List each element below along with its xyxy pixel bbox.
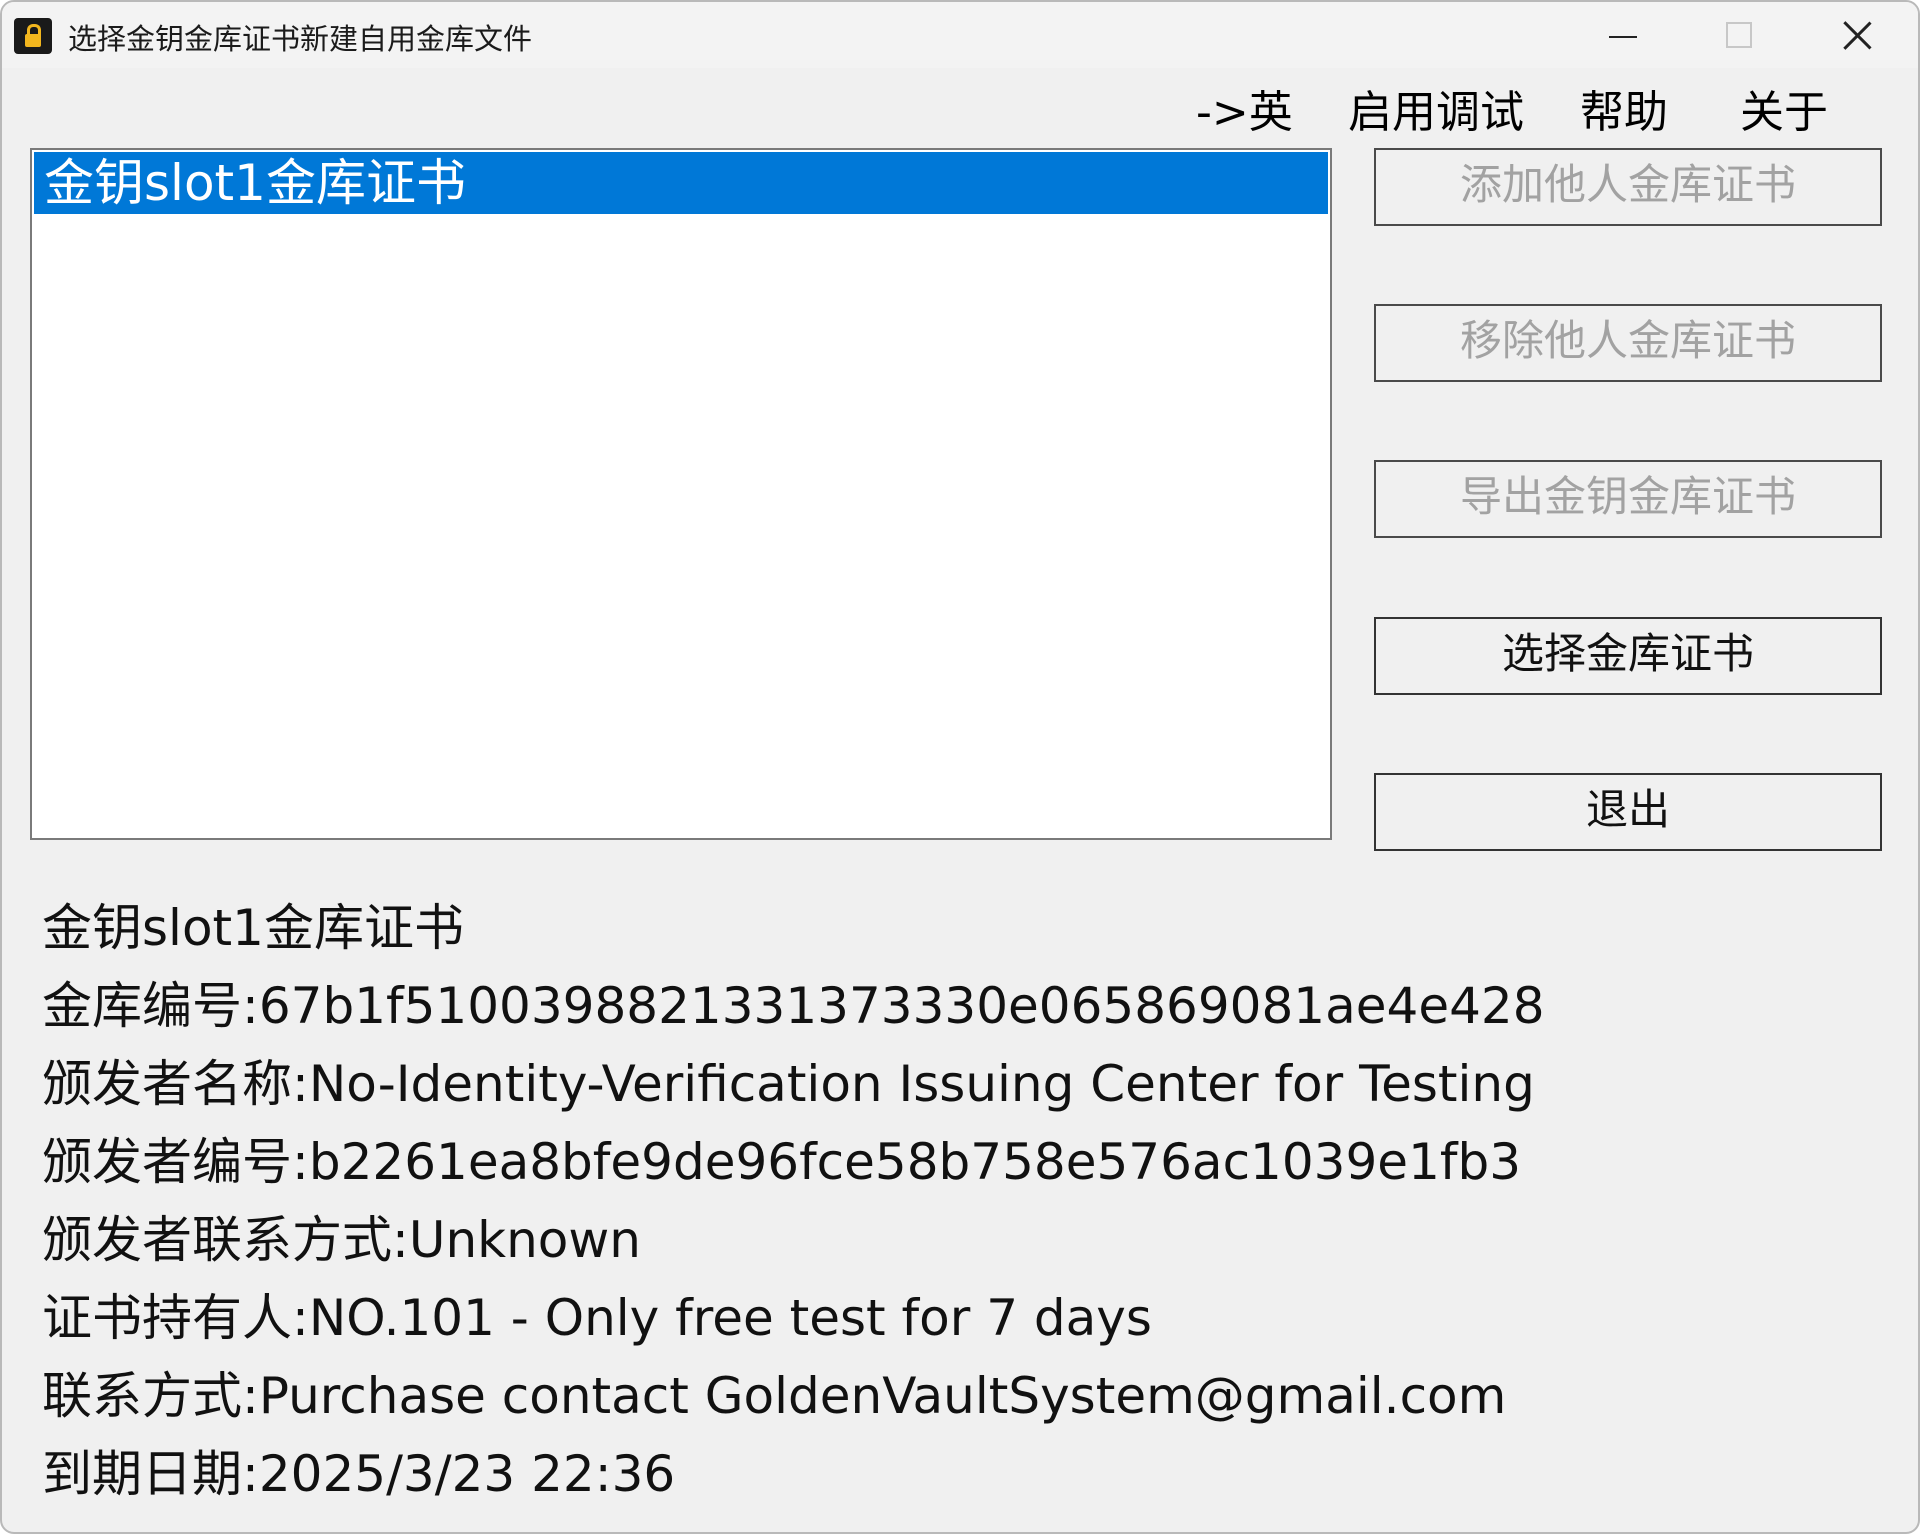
lock-icon: [14, 18, 52, 54]
detail-name: 金钥slot1金库证书: [42, 899, 464, 957]
select-certificate-button[interactable]: 选择金库证书: [1374, 617, 1882, 695]
remove-certificate-button[interactable]: 移除他人金库证书: [1374, 304, 1882, 382]
maximize-icon: [1726, 22, 1752, 48]
menu-debug[interactable]: 启用调试: [1348, 76, 1524, 140]
list-item[interactable]: 金钥slot1金库证书: [34, 152, 1328, 214]
menu-about[interactable]: 关于: [1740, 76, 1828, 140]
minimize-button[interactable]: [1568, 2, 1678, 68]
app-window: 选择金钥金库证书新建自用金库文件 ->英 启用调试 帮助 关于 金钥slot1金…: [0, 0, 1920, 1534]
menu-help[interactable]: 帮助: [1580, 76, 1668, 140]
detail-expiry: 到期日期:2025/3/23 22:36: [42, 1445, 676, 1503]
certificate-list[interactable]: 金钥slot1金库证书: [30, 148, 1332, 840]
add-certificate-button[interactable]: 添加他人金库证书: [1374, 148, 1882, 226]
window-title: 选择金钥金库证书新建自用金库文件: [68, 22, 533, 56]
menu-language[interactable]: ->英: [1196, 76, 1293, 140]
exit-button[interactable]: 退出: [1374, 773, 1882, 851]
detail-issuer-id: 颁发者编号:b2261ea8bfe9de96fce58b758e576ac103…: [42, 1133, 1522, 1191]
detail-issuer-name: 颁发者名称:No-Identity-Verification Issuing C…: [42, 1055, 1535, 1113]
detail-holder: 证书持有人:NO.101 - Only free test for 7 days: [42, 1289, 1152, 1347]
minimize-icon: [1609, 36, 1637, 38]
close-icon: [1842, 20, 1872, 50]
detail-contact: 联系方式:Purchase contact GoldenVaultSystem@…: [42, 1367, 1507, 1425]
detail-issuer-contact: 颁发者联系方式:Unknown: [42, 1211, 641, 1269]
detail-vault-id: 金库编号:67b1f5100398821331373330e065869081a…: [42, 977, 1545, 1035]
close-button[interactable]: [1802, 2, 1912, 68]
title-bar[interactable]: 选择金钥金库证书新建自用金库文件: [2, 2, 1918, 68]
maximize-button[interactable]: [1684, 2, 1794, 68]
export-certificate-button[interactable]: 导出金钥金库证书: [1374, 460, 1882, 538]
